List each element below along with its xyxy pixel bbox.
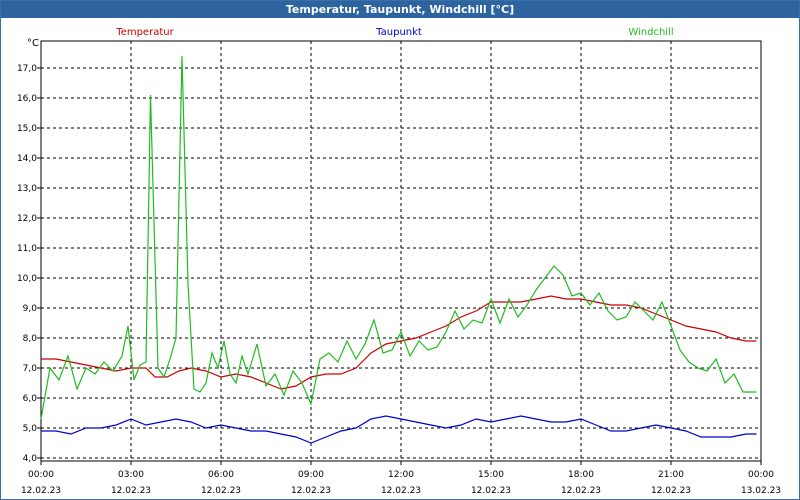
legend-label-windchill: Windchill — [628, 27, 673, 38]
chart-window: Temperatur, Taupunkt, Windchill [°C] 4,0… — [0, 0, 800, 500]
x-tick-label-time: 15:00 — [478, 470, 504, 480]
x-tick-label-time: 09:00 — [298, 470, 324, 480]
legend-label-taupunkt: Taupunkt — [375, 27, 422, 38]
x-tick-label-date: 12.02.23 — [471, 486, 511, 496]
y-tick-label: 7,0 — [23, 364, 38, 374]
y-tick-label: 17,0 — [17, 64, 37, 74]
x-tick-label-date: 12.02.23 — [111, 486, 151, 496]
line-chart: 4,0 5,0 6,0 7,0 8,0 9,0 10,0 11,0 12,0 13,0 14,0 15… — [17, 27, 781, 496]
chart-title: Temperatur, Taupunkt, Windchill [°C] — [1, 1, 799, 18]
x-tick-label-time: 21:00 — [658, 470, 684, 480]
y-tick-label: 16,0 — [17, 94, 37, 104]
x-tick-label-date: 12.02.23 — [21, 486, 61, 496]
y-tick-label: 13,0 — [17, 184, 37, 194]
legend-label-temperatur: Temperatur — [115, 27, 174, 38]
y-tick-label: 4,0 — [23, 454, 38, 464]
x-tick-label-time: 12:00 — [388, 470, 414, 480]
x-tick-label-date: 12.02.23 — [201, 486, 241, 496]
y-tick-label: 12,0 — [17, 214, 37, 224]
x-tick-label-date: 12.02.23 — [651, 486, 691, 496]
x-tick-label-date: 12.02.23 — [561, 486, 601, 496]
y-tick-label: 10,0 — [17, 274, 37, 284]
y-tick-label: 15,0 — [17, 124, 37, 134]
x-tick-label-date: 12.02.23 — [381, 486, 421, 496]
y-tick-label: 9,0 — [23, 304, 38, 314]
y-tick-label: 8,0 — [23, 334, 38, 344]
x-tick-label-date: 13.02.23 — [741, 486, 781, 496]
y-tick-label: 14,0 — [17, 154, 37, 164]
y-tick-label: 6,0 — [23, 394, 38, 404]
y-tick-label: 11,0 — [17, 244, 37, 254]
x-tick-label-time: 00:00 — [748, 470, 774, 480]
x-tick-label-time: 03:00 — [118, 470, 144, 480]
y-tick-label: 5,0 — [23, 424, 38, 434]
x-tick-label-time: 00:00 — [28, 470, 54, 480]
y-axis-label: °C — [27, 38, 39, 49]
x-tick-label-date: 12.02.23 — [291, 486, 331, 496]
x-tick-label-time: 06:00 — [208, 470, 234, 480]
x-tick-label-time: 18:00 — [568, 470, 594, 480]
